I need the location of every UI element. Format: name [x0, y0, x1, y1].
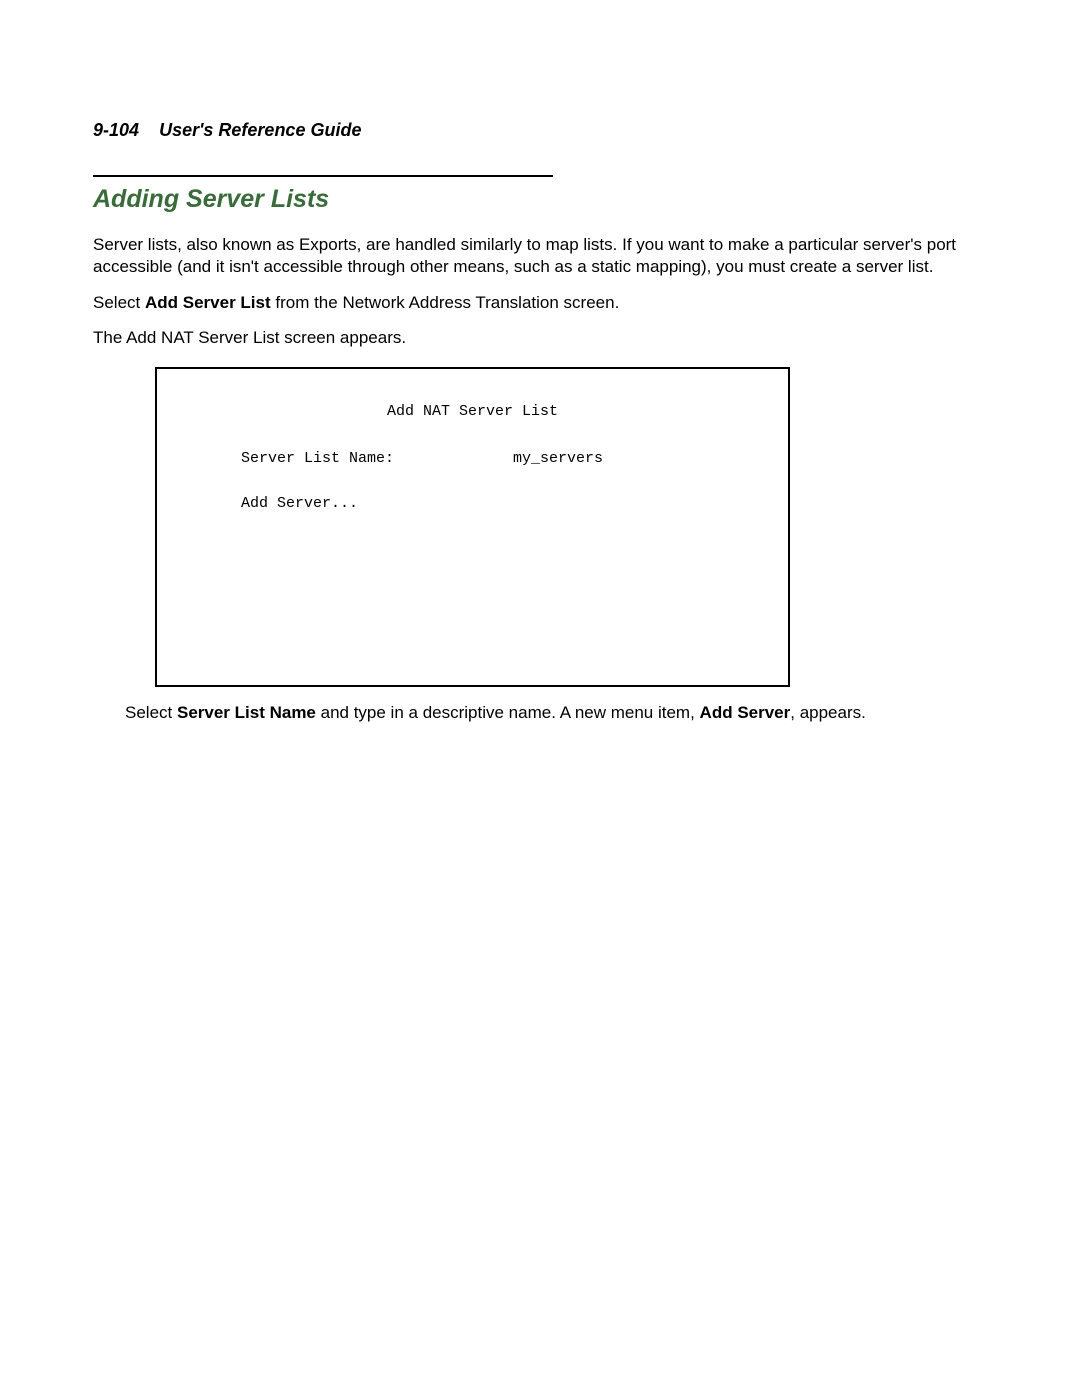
doc-title: User's Reference Guide: [159, 120, 361, 140]
console-title: Add NAT Server List: [157, 403, 788, 420]
section-rule: [93, 175, 553, 177]
select-prefix: Select: [93, 293, 145, 312]
select-instruction: Select Add Server List from the Network …: [93, 292, 990, 314]
instr-bold-add-server: Add Server: [700, 703, 791, 722]
server-list-name-label: Server List Name:: [241, 450, 513, 467]
select-suffix: from the Network Address Translation scr…: [271, 293, 620, 312]
instr-mid: and type in a descriptive name. A new me…: [316, 703, 700, 722]
console-screen: Add NAT Server List Server List Name: my…: [155, 367, 790, 687]
console-field-row: Server List Name: my_servers: [157, 450, 788, 467]
instr-bold-server-list-name: Server List Name: [177, 703, 316, 722]
page-number: 9-104: [93, 120, 139, 140]
intro-paragraph: Server lists, also known as Exports, are…: [93, 234, 990, 278]
appears-paragraph: The Add NAT Server List screen appears.: [93, 327, 990, 349]
page-content: 9-104 User's Reference Guide Adding Serv…: [0, 0, 1080, 723]
page-header: 9-104 User's Reference Guide: [93, 120, 990, 141]
header-spacer: [144, 120, 154, 140]
select-bold: Add Server List: [145, 293, 271, 312]
instr-prefix: Select: [125, 703, 177, 722]
instruction-paragraph: Select Server List Name and type in a de…: [125, 703, 990, 723]
instr-suffix: , appears.: [790, 703, 866, 722]
add-server-menu-item: Add Server...: [157, 495, 788, 512]
section-heading: Adding Server Lists: [93, 185, 990, 214]
server-list-name-value: my_servers: [513, 450, 603, 467]
